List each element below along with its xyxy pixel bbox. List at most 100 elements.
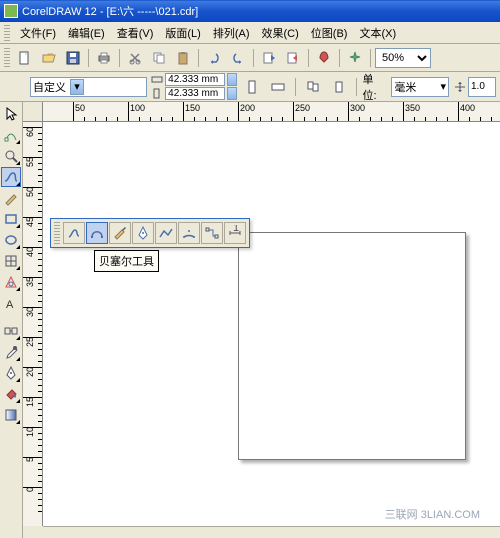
connector-icon xyxy=(204,225,220,241)
folder-open-icon xyxy=(41,50,57,66)
pen-tool-button[interactable] xyxy=(132,222,154,244)
cut-button[interactable] xyxy=(124,47,146,69)
nudge-input[interactable]: 1.0 xyxy=(468,77,496,97)
fill-tool[interactable] xyxy=(1,384,21,404)
outline-tool[interactable] xyxy=(1,363,21,383)
spinner[interactable] xyxy=(227,87,237,100)
preset-value: 自定义 xyxy=(33,79,66,95)
vertical-ruler[interactable]: 605550454035302520151050 xyxy=(23,122,43,526)
portrait-button[interactable] xyxy=(241,76,263,98)
separator xyxy=(339,49,340,67)
grip-handle-icon[interactable] xyxy=(4,25,10,41)
arc-icon xyxy=(181,225,197,241)
dropdown-arrow-icon: ▾ xyxy=(440,80,446,93)
canvas-viewport[interactable] xyxy=(43,122,500,526)
bezier-tool-button[interactable] xyxy=(86,222,108,244)
save-button[interactable] xyxy=(62,47,84,69)
separator xyxy=(295,78,296,96)
clipboard-icon xyxy=(175,50,191,66)
freehand-tool[interactable] xyxy=(1,167,21,187)
ellipse-tool[interactable] xyxy=(1,230,21,250)
import-button[interactable] xyxy=(258,47,280,69)
menu-effects[interactable]: 效果(C) xyxy=(256,23,305,43)
horizontal-scrollbar[interactable] xyxy=(43,526,500,538)
menu-arrange[interactable]: 排列(A) xyxy=(207,23,256,43)
interactive-fill-tool[interactable] xyxy=(1,405,21,425)
page-boundary xyxy=(238,232,466,460)
separator xyxy=(356,78,357,96)
pencil-star-icon xyxy=(3,190,19,206)
export-icon xyxy=(285,50,301,66)
text-tool[interactable]: A xyxy=(1,293,21,313)
freehand-tool-button[interactable] xyxy=(63,222,85,244)
unit-label: 单位: xyxy=(363,71,388,103)
zoom-tool[interactable] xyxy=(1,146,21,166)
import-icon xyxy=(261,50,277,66)
basic-shapes-tool[interactable] xyxy=(1,272,21,292)
pen-icon xyxy=(135,225,151,241)
pick-tool[interactable] xyxy=(1,104,21,124)
separator xyxy=(370,49,371,67)
tooltip: 贝塞尔工具 xyxy=(94,250,159,272)
title-bar: CorelDRAW 12 - [E:\六 -----\021.cdr] xyxy=(0,0,500,22)
toolbox: A xyxy=(0,102,23,538)
ruler-origin[interactable] xyxy=(23,102,43,122)
printer-icon xyxy=(96,50,112,66)
zoom-level-select[interactable]: 50% xyxy=(375,48,431,68)
menu-text[interactable]: 文本(X) xyxy=(353,23,402,43)
rectangle-tool[interactable] xyxy=(1,209,21,229)
brush-icon xyxy=(112,225,128,241)
menu-layout[interactable]: 版面(L) xyxy=(159,23,206,43)
unit-dropdown[interactable]: 毫米 ▾ xyxy=(391,77,449,97)
all-pages-button[interactable] xyxy=(302,76,324,98)
undo-button[interactable] xyxy=(203,47,225,69)
window-title: CorelDRAW 12 - [E:\六 -----\021.cdr] xyxy=(22,3,198,19)
graph-paper-tool[interactable] xyxy=(1,251,21,271)
menu-file[interactable]: 文件(F) xyxy=(14,23,62,43)
scissors-icon xyxy=(127,50,143,66)
curve-flyout-toolbar[interactable]: 1 xyxy=(50,218,250,248)
separator xyxy=(308,49,309,67)
app-launcher-button[interactable] xyxy=(313,47,335,69)
new-button[interactable] xyxy=(14,47,36,69)
threepoint-curve-tool-button[interactable] xyxy=(178,222,200,244)
polyline-tool-button[interactable] xyxy=(155,222,177,244)
page-height-input[interactable] xyxy=(165,87,225,100)
spinner[interactable] xyxy=(227,73,237,86)
redo-icon xyxy=(230,50,246,66)
undo-icon xyxy=(206,50,222,66)
shape-tool[interactable] xyxy=(1,125,21,145)
redo-button[interactable] xyxy=(227,47,249,69)
page-preset-dropdown[interactable]: 自定义 ▾ xyxy=(30,77,147,97)
welcome-button[interactable] xyxy=(344,47,366,69)
artistic-media-tool-button[interactable] xyxy=(109,222,131,244)
export-button[interactable] xyxy=(282,47,304,69)
dimension-tool-button[interactable]: 1 xyxy=(224,222,246,244)
separator xyxy=(198,49,199,67)
landscape-button[interactable] xyxy=(267,76,289,98)
menu-edit[interactable]: 编辑(E) xyxy=(62,23,111,43)
text-icon: A xyxy=(3,295,19,311)
page-width-input[interactable] xyxy=(165,73,225,86)
paste-button[interactable] xyxy=(172,47,194,69)
eyedropper-tool[interactable] xyxy=(1,342,21,362)
standard-toolbar: 50% xyxy=(0,44,500,72)
current-page-button[interactable] xyxy=(328,76,350,98)
dropdown-arrow-icon: ▾ xyxy=(70,79,84,95)
width-icon xyxy=(151,74,163,85)
new-file-icon xyxy=(17,50,33,66)
print-button[interactable] xyxy=(93,47,115,69)
grip-handle-icon[interactable] xyxy=(4,48,10,68)
menu-view[interactable]: 查看(V) xyxy=(111,23,160,43)
interactive-blend-tool[interactable] xyxy=(1,321,21,341)
page-icon xyxy=(331,79,347,95)
separator xyxy=(88,49,89,67)
grip-handle-icon[interactable] xyxy=(54,222,60,244)
copy-button[interactable] xyxy=(148,47,170,69)
connector-tool-button[interactable] xyxy=(201,222,223,244)
smart-draw-tool[interactable] xyxy=(1,188,21,208)
horizontal-ruler[interactable]: 50100150200250300350400 xyxy=(43,102,500,122)
property-bar: 自定义 ▾ 单位: 毫米 ▾ 1.0 xyxy=(0,72,500,102)
open-button[interactable] xyxy=(38,47,60,69)
menu-bitmaps[interactable]: 位图(B) xyxy=(305,23,354,43)
